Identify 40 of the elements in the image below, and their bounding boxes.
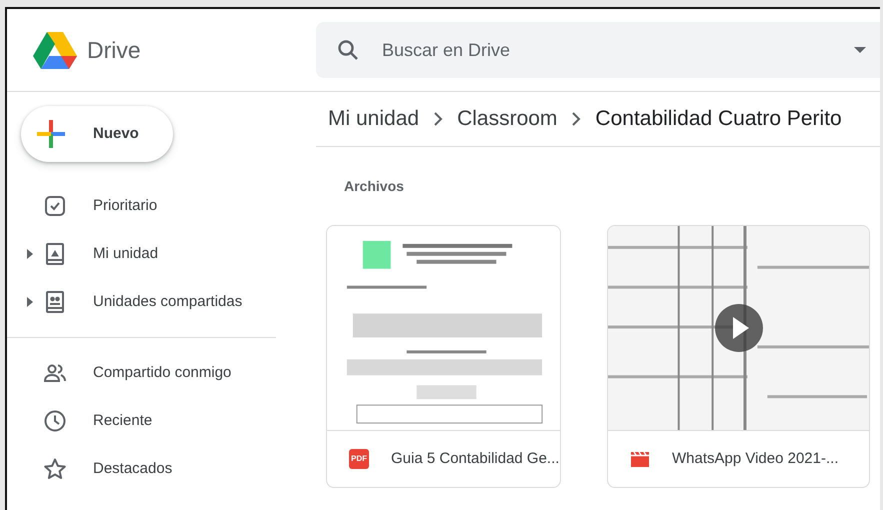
drive-logo-icon [33, 31, 77, 69]
sidebar-item-label: Reciente [93, 410, 152, 431]
sidebar-item[interactable]: Prioritario [7, 182, 316, 230]
sidebar-item-label: Mi unidad [93, 244, 158, 264]
search-icon [336, 38, 360, 62]
play-icon[interactable] [715, 304, 763, 352]
drive-icon [43, 242, 67, 266]
section-title: Archivos [344, 178, 404, 194]
expand-arrow-icon[interactable] [27, 249, 33, 259]
star-icon [43, 457, 67, 481]
pdf-icon: PDF [349, 449, 369, 469]
breadcrumb-link[interactable]: Classroom [457, 103, 558, 135]
expand-arrow-icon[interactable] [27, 297, 33, 307]
clock-icon [43, 409, 67, 433]
clapperboard-icon [630, 449, 650, 469]
file-card[interactable]: WhatsApp Video 2021-... [607, 225, 870, 488]
checkbox-icon [43, 194, 67, 218]
app-name: Drive [87, 36, 141, 65]
search-field[interactable]: Buscar en Drive [382, 36, 832, 64]
sidebar-item[interactable]: Compartido conmigo [7, 349, 316, 397]
chevron-icon [433, 112, 444, 126]
sidebar-item-label: Compartido conmigo [93, 362, 232, 383]
sidebar-item-label: Destacados [93, 458, 172, 479]
dropdown-icon[interactable] [854, 47, 866, 53]
sidebar-item[interactable]: Destacados [7, 445, 316, 493]
file-name: Guia 5 Contabilidad Ge... [391, 448, 560, 469]
sidebar-item-label: Unidades compartidas [93, 292, 242, 312]
sidebar-item[interactable]: Unidades compartidas [7, 278, 316, 326]
search-bar[interactable]: Buscar en Drive [316, 22, 880, 78]
chevron-icon [571, 112, 582, 126]
breadcrumb-link[interactable]: Contabilidad Cuatro Perito [595, 103, 842, 135]
file-card[interactable]: PDF Guia 5 Contabilidad Ge... [326, 225, 561, 488]
sidebar-item[interactable]: Reciente [7, 397, 316, 445]
file-name: WhatsApp Video 2021-... [672, 448, 838, 469]
plus-icon [37, 120, 65, 148]
sidebar-item-label: Prioritario [93, 196, 158, 216]
shared-drive-icon [43, 290, 67, 314]
breadcrumb-link[interactable]: Mi unidad [328, 103, 420, 135]
new-button[interactable]: Nuevo [21, 106, 173, 162]
sidebar-item[interactable]: Mi unidad [7, 230, 316, 278]
